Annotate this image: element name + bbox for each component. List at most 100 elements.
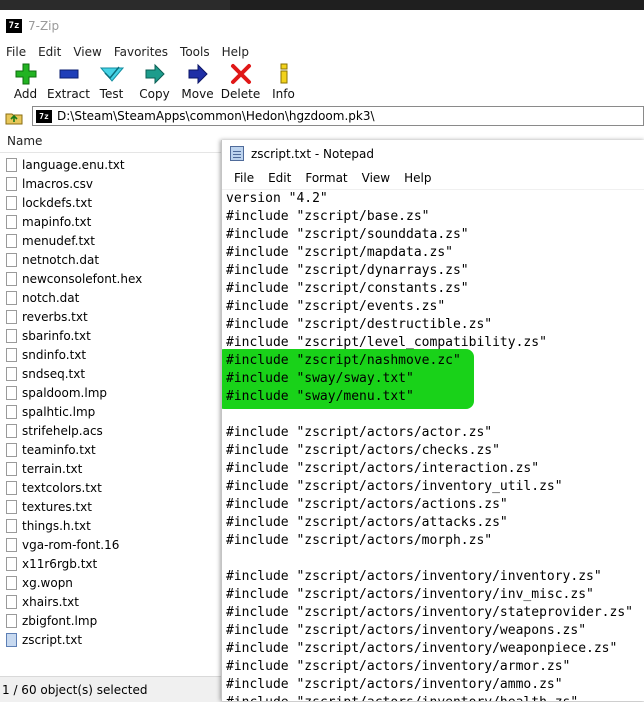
code-line: #include "zscript/actors/inventory/weapo… bbox=[226, 641, 618, 656]
np-menu-file[interactable]: File bbox=[228, 171, 260, 185]
file-name: sndinfo.txt bbox=[22, 347, 87, 362]
file-row[interactable]: newconsolefont.hex bbox=[0, 269, 222, 288]
file-row[interactable]: terrain.txt bbox=[0, 459, 222, 478]
copy-button[interactable]: Copy bbox=[133, 62, 176, 101]
file-row[interactable]: lmacros.csv bbox=[0, 174, 222, 193]
address-path: D:\Steam\SteamApps\common\Hedon\hgzdoom.… bbox=[57, 109, 375, 123]
menu-favorites[interactable]: Favorites bbox=[114, 45, 174, 59]
menu-tools[interactable]: Tools bbox=[180, 45, 216, 59]
extract-button[interactable]: Extract bbox=[47, 62, 90, 101]
code-line: #include "zscript/actors/attacks.zs" bbox=[226, 515, 508, 530]
add-label: Add bbox=[13, 87, 38, 101]
code-line: #include "zscript/actors/inventory/healt… bbox=[226, 694, 578, 701]
code-line: #include "zscript/events.zs" bbox=[226, 299, 446, 314]
file-list: language.enu.txt lmacros.csv lockdefs.txt m… bbox=[0, 155, 222, 649]
file-row[interactable]: vga-rom-font.16 bbox=[0, 535, 222, 554]
file-icon bbox=[6, 404, 17, 419]
file-row[interactable]: notch.dat bbox=[0, 288, 222, 307]
file-name: zbigfont.lmp bbox=[22, 613, 98, 628]
file-row[interactable]: sndinfo.txt bbox=[0, 345, 222, 364]
file-row[interactable]: x11r6rgb.txt bbox=[0, 554, 222, 573]
sevenzip-titlebar: 7z 7-Zip bbox=[0, 10, 644, 42]
file-icon bbox=[6, 461, 17, 476]
file-row[interactable]: things.h.txt bbox=[0, 516, 222, 535]
menu-edit[interactable]: Edit bbox=[38, 45, 67, 59]
file-row[interactable]: sndseq.txt bbox=[0, 364, 222, 383]
code-line: version "4.2" bbox=[226, 191, 328, 206]
file-row[interactable]: textcolors.txt bbox=[0, 478, 222, 497]
file-row[interactable]: teaminfo.txt bbox=[0, 440, 222, 459]
code-line: #include "zscript/nashmove.zc" bbox=[226, 353, 461, 368]
notepad-icon bbox=[230, 146, 244, 161]
taskbar-accent bbox=[230, 0, 644, 10]
delete-icon bbox=[229, 62, 253, 86]
file-row[interactable]: xhairs.txt bbox=[0, 592, 222, 611]
file-row[interactable]: zbigfont.lmp bbox=[0, 611, 222, 630]
file-row[interactable]: mapinfo.txt bbox=[0, 212, 222, 231]
file-icon bbox=[6, 347, 17, 362]
file-icon bbox=[6, 537, 17, 552]
file-name: zscript.txt bbox=[22, 632, 83, 647]
info-button[interactable]: Info bbox=[262, 62, 305, 101]
file-name: netnotch.dat bbox=[22, 252, 100, 267]
archive-icon: 7z bbox=[36, 109, 52, 123]
column-header-name[interactable]: Name bbox=[0, 130, 222, 153]
address-bar[interactable]: 7z D:\Steam\SteamApps\common\Hedon\hgzdo… bbox=[32, 106, 644, 126]
code-line: #include "sway/menu.txt" bbox=[226, 389, 414, 404]
delete-label: Delete bbox=[220, 87, 261, 101]
copy-label: Copy bbox=[139, 87, 170, 101]
test-button[interactable]: Test bbox=[90, 62, 133, 101]
file-row[interactable]: netnotch.dat bbox=[0, 250, 222, 269]
file-name: teaminfo.txt bbox=[22, 442, 96, 457]
file-row[interactable]: menudef.txt bbox=[0, 231, 222, 250]
file-name: things.h.txt bbox=[22, 518, 91, 533]
sevenzip-title: 7-Zip bbox=[28, 19, 60, 33]
np-menu-format[interactable]: Format bbox=[299, 171, 353, 185]
file-row[interactable]: xg.wopn bbox=[0, 573, 222, 592]
np-menu-help[interactable]: Help bbox=[398, 171, 437, 185]
add-button[interactable]: Add bbox=[4, 62, 47, 101]
file-name: strifehelp.acs bbox=[22, 423, 103, 438]
file-name: reverbs.txt bbox=[22, 309, 88, 324]
file-row[interactable]: language.enu.txt bbox=[0, 155, 222, 174]
file-row[interactable]: textures.txt bbox=[0, 497, 222, 516]
code-line: #include "sway/sway.txt" bbox=[226, 371, 414, 386]
notepad-window: zscript.txt - Notepad File Edit Format V… bbox=[221, 140, 644, 701]
file-row[interactable]: spalhtic.lmp bbox=[0, 402, 222, 421]
file-row[interactable]: lockdefs.txt bbox=[0, 193, 222, 212]
code-line: #include "zscript/actors/actor.zs" bbox=[226, 425, 493, 440]
file-name: terrain.txt bbox=[22, 461, 83, 476]
code-line: #include "zscript/actors/interaction.zs" bbox=[226, 461, 540, 476]
notepad-titlebar[interactable]: zscript.txt - Notepad bbox=[222, 140, 644, 167]
file-icon bbox=[6, 480, 17, 495]
extract-label: Extract bbox=[47, 87, 90, 101]
file-name: lockdefs.txt bbox=[22, 195, 93, 210]
text-editor[interactable]: version "4.2" #include "zscript/base.zs" #… bbox=[222, 190, 644, 701]
file-row[interactable]: spaldoom.lmp bbox=[0, 383, 222, 402]
desktop-top-strip bbox=[0, 0, 644, 10]
code-line: #include "zscript/level_compatibility.zs… bbox=[226, 335, 547, 350]
menu-file[interactable]: File bbox=[6, 45, 32, 59]
file-icon bbox=[6, 271, 17, 286]
file-row[interactable]: sbarinfo.txt bbox=[0, 326, 222, 345]
np-menu-edit[interactable]: Edit bbox=[262, 171, 297, 185]
move-label: Move bbox=[181, 87, 214, 101]
menu-help[interactable]: Help bbox=[222, 45, 255, 59]
copy-icon bbox=[143, 62, 167, 86]
code-line: #include "zscript/actors/inventory/armor… bbox=[226, 659, 571, 674]
file-icon bbox=[6, 157, 17, 172]
file-row[interactable]: zscript.txt bbox=[0, 630, 222, 649]
code-line: #include "zscript/actors/inventory/inv_m… bbox=[226, 587, 594, 602]
file-row[interactable]: reverbs.txt bbox=[0, 307, 222, 326]
move-button[interactable]: Move bbox=[176, 62, 219, 101]
file-name: spaldoom.lmp bbox=[22, 385, 108, 400]
delete-button[interactable]: Delete bbox=[219, 62, 262, 101]
file-icon bbox=[6, 195, 17, 210]
file-name: language.enu.txt bbox=[22, 157, 125, 172]
up-folder-button[interactable] bbox=[4, 107, 24, 127]
file-icon bbox=[6, 518, 17, 533]
np-menu-view[interactable]: View bbox=[356, 171, 396, 185]
menu-view[interactable]: View bbox=[73, 45, 107, 59]
file-name: notch.dat bbox=[22, 290, 80, 305]
file-row[interactable]: strifehelp.acs bbox=[0, 421, 222, 440]
